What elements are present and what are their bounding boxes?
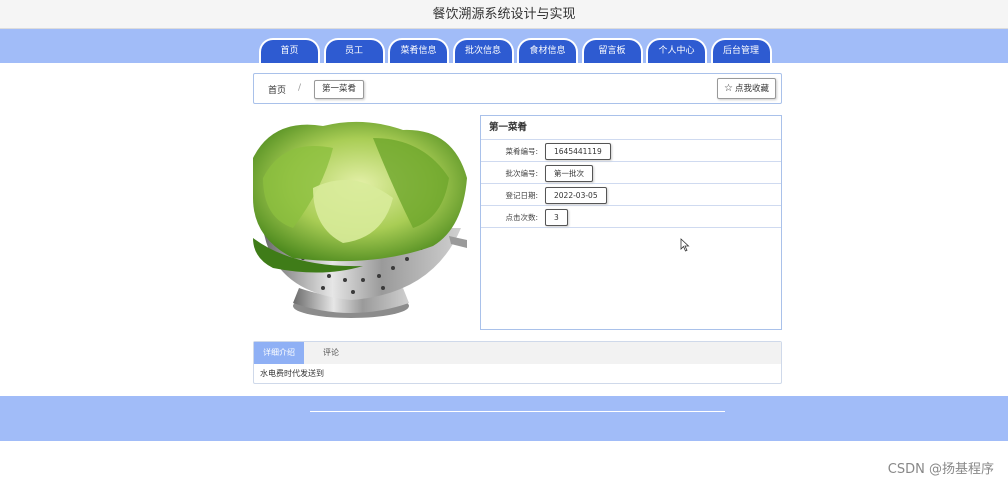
batch-id-value: 第一批次 [545, 165, 593, 182]
footer-divider [310, 411, 725, 412]
nav-item-staff[interactable]: 员工 [323, 38, 385, 63]
main-nav: 首页 员工 菜肴信息 批次信息 食材信息 留言板 个人中心 后台管理 [259, 38, 775, 63]
nav-item-admin[interactable]: 后台管理 [710, 38, 772, 63]
click-count-value: 3 [545, 209, 568, 226]
tab-header: 详细介绍 评论 [254, 342, 781, 364]
star-icon: ☆ [724, 83, 733, 94]
nav-item-home[interactable]: 首页 [259, 38, 320, 63]
watermark: CSDN @扬基程序 [887, 462, 994, 477]
tab-comments[interactable]: 评论 [314, 342, 348, 364]
register-date-value: 2022-03-05 [545, 187, 607, 204]
dish-image [253, 118, 469, 326]
nav-item-profile[interactable]: 个人中心 [646, 38, 707, 63]
tab-detail-intro[interactable]: 详细介绍 [254, 342, 304, 364]
breadcrumb: 首页 / 第一菜肴 ☆ 点我收藏 [253, 73, 782, 104]
info-row-register-date: 登记日期: 2022-03-05 [481, 184, 781, 206]
mouse-cursor-icon [680, 238, 690, 252]
tab-content: 水电费时代发送到 [260, 369, 324, 378]
detail-tabs: 详细介绍 评论 水电费时代发送到 [253, 341, 782, 384]
favorite-button-label: 点我收藏 [734, 84, 769, 94]
site-title: 餐饮溯源系统设计与实现 [432, 7, 576, 22]
info-row-dish-id: 菜肴编号: 1645441119 [481, 140, 781, 162]
info-row-batch-id: 批次编号: 第一批次 [481, 162, 781, 184]
site-header: 餐饮溯源系统设计与实现 [0, 0, 1008, 29]
dish-id-value: 1645441119 [545, 143, 611, 160]
breadcrumb-separator: / [298, 83, 302, 93]
info-row-click-count: 点击次数: 3 [481, 206, 781, 228]
dish-id-label: 菜肴编号: [505, 147, 538, 156]
breadcrumb-current: 第一菜肴 [314, 80, 365, 99]
favorite-button[interactable]: ☆ 点我收藏 [717, 78, 776, 99]
footer [0, 396, 1008, 441]
nav-item-batches[interactable]: 批次信息 [452, 38, 514, 63]
click-count-label: 点击次数: [505, 213, 538, 222]
batch-id-label: 批次编号: [505, 169, 538, 178]
register-date-label: 登记日期: [505, 191, 538, 200]
breadcrumb-home-link[interactable]: 首页 [268, 83, 286, 96]
nav-item-guestbook[interactable]: 留言板 [581, 38, 643, 63]
dish-info-panel: 第一菜肴 菜肴编号: 1645441119 批次编号: 第一批次 登记日期: 2… [480, 115, 782, 330]
nav-item-dishes[interactable]: 菜肴信息 [388, 38, 449, 63]
dish-name: 第一菜肴 [481, 116, 781, 140]
nav-item-ingredients[interactable]: 食材信息 [517, 38, 578, 63]
